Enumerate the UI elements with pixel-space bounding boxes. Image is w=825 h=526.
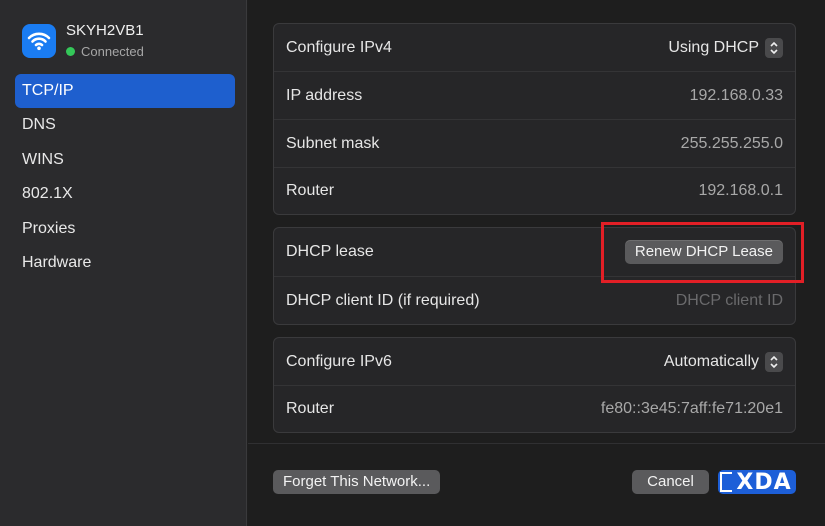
configure-ipv6-row: Configure IPv6 Automatically xyxy=(274,338,795,385)
ipv4-card: Configure IPv4 Using DHCP IP address 192… xyxy=(273,23,796,215)
configure-ipv6-select[interactable]: Automatically xyxy=(663,351,783,372)
dhcp-client-id-field[interactable]: DHCP client ID xyxy=(676,292,783,310)
status-dot-icon xyxy=(66,47,75,56)
dhcp-lease-label: DHCP lease xyxy=(286,243,374,260)
ip-address-row: IP address 192.168.0.33 xyxy=(274,71,795,119)
configure-ipv4-label: Configure IPv4 xyxy=(286,38,392,56)
footer-divider xyxy=(248,443,825,444)
router-ipv4-label: Router xyxy=(286,182,335,199)
ipv6-card: Configure IPv6 Automatically Router fe80… xyxy=(273,337,796,433)
main-panel: Configure IPv4 Using DHCP IP address 192… xyxy=(248,0,825,526)
router-ipv6-label: Router xyxy=(286,400,335,417)
xda-watermark-logo: XDA xyxy=(716,466,796,498)
watermark-text: XDA xyxy=(736,469,792,495)
subnet-mask-value: 255.255.255.0 xyxy=(680,134,783,152)
bracket-icon xyxy=(720,472,733,492)
router-ipv4-value: 192.168.0.1 xyxy=(698,182,783,199)
chevron-updown-icon xyxy=(765,37,783,58)
sidebar-item-proxies[interactable]: Proxies xyxy=(15,212,235,246)
router-ipv6-row: Router fe80::3e45:7aff:fe71:20e1 xyxy=(274,385,795,432)
chevron-updown-icon xyxy=(765,351,783,372)
configure-ipv4-select[interactable]: Using DHCP xyxy=(668,37,783,58)
router-ipv4-row: Router 192.168.0.1 xyxy=(274,167,795,214)
sidebar-item-wins[interactable]: WINS xyxy=(15,143,235,177)
cancel-button[interactable]: Cancel xyxy=(632,470,709,494)
configure-ipv4-value: Using DHCP xyxy=(668,38,759,56)
dhcp-client-id-row: DHCP client ID (if required) DHCP client… xyxy=(274,276,795,324)
configure-ipv4-row: Configure IPv4 Using DHCP xyxy=(274,24,795,71)
network-status-text: Connected xyxy=(81,44,144,59)
configure-ipv6-label: Configure IPv6 xyxy=(286,352,392,370)
dhcp-client-id-label: DHCP client ID (if required) xyxy=(286,291,480,309)
sidebar: SKYH2VB1 Connected TCP/IP DNS WINS 802.1… xyxy=(0,0,247,526)
configure-ipv6-value: Automatically xyxy=(663,352,759,370)
ip-address-value: 192.168.0.33 xyxy=(689,86,783,104)
subnet-mask-label: Subnet mask xyxy=(286,134,380,152)
sidebar-item-8021x[interactable]: 802.1X xyxy=(15,177,235,211)
highlight-box xyxy=(601,222,804,283)
forget-network-button[interactable]: Forget This Network... xyxy=(273,470,441,494)
wifi-icon xyxy=(22,23,56,58)
network-name: SKYH2VB1 xyxy=(66,22,144,39)
sidebar-item-hardware[interactable]: Hardware xyxy=(15,246,235,280)
sidebar-list: TCP/IP DNS WINS 802.1X Proxies Hardware xyxy=(15,74,235,280)
subnet-mask-row: Subnet mask 255.255.255.0 xyxy=(274,119,795,167)
router-ipv6-value: fe80::3e45:7aff:fe71:20e1 xyxy=(600,400,783,417)
network-status: Connected xyxy=(66,44,144,59)
network-header: SKYH2VB1 Connected xyxy=(22,22,144,59)
sidebar-item-tcpip[interactable]: TCP/IP xyxy=(15,74,235,108)
sidebar-item-dns[interactable]: DNS xyxy=(15,108,235,142)
ip-address-label: IP address xyxy=(286,86,363,104)
